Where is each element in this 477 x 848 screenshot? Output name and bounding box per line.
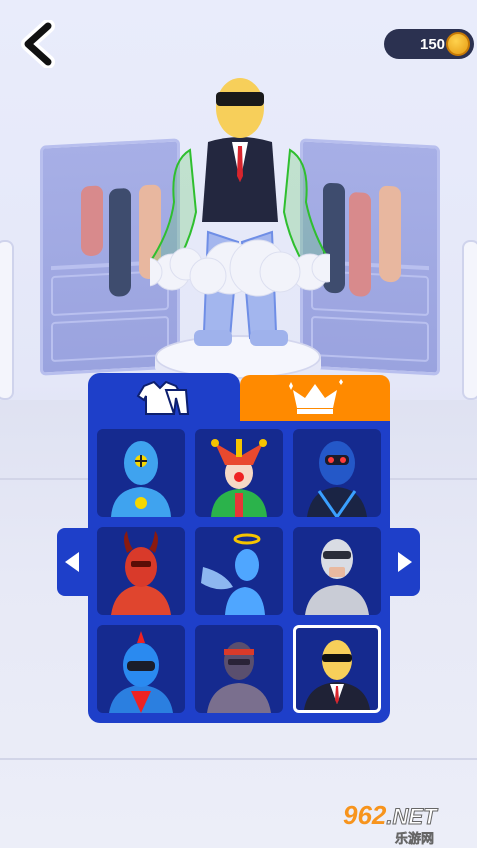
skin-angel[interactable] [195,527,283,615]
character-preview [150,78,330,346]
crown-icon [289,379,343,414]
skin-panel [88,373,390,723]
coin-counter: 150 [384,29,474,59]
prev-page-button[interactable] [57,528,89,596]
skin-crash-test-dummy[interactable] [97,429,185,517]
coin-icon [446,32,470,56]
skin-robot-cop[interactable] [293,527,381,615]
clothes-icon [136,380,190,415]
triangle-left-icon [65,552,79,572]
watermark: 962.NET 乐游网 [337,800,473,847]
floor-line [0,758,477,760]
watermark-sub: 乐游网 [395,831,435,847]
skin-grid-container [88,421,390,723]
back-button[interactable] [18,19,62,69]
skin-racer-helmet[interactable] [97,625,185,713]
skin-jester[interactable] [195,429,283,517]
coin-amount: 150 [420,35,446,53]
tab-premium[interactable] [240,375,390,421]
next-page-button[interactable] [388,528,420,596]
tab-outfits[interactable] [88,373,240,423]
watermark-brand: 962.NET [343,800,437,830]
triangle-right-icon [398,552,412,572]
skin-ninja[interactable] [195,625,283,713]
railing-right [462,240,477,400]
railing-left [0,240,14,400]
skin-red-devil[interactable] [97,527,185,615]
chevron-left-icon [21,19,55,69]
skin-grid [97,429,381,717]
skin-agent-suit[interactable] [293,625,381,713]
skin-cyber-mask[interactable] [293,429,381,517]
